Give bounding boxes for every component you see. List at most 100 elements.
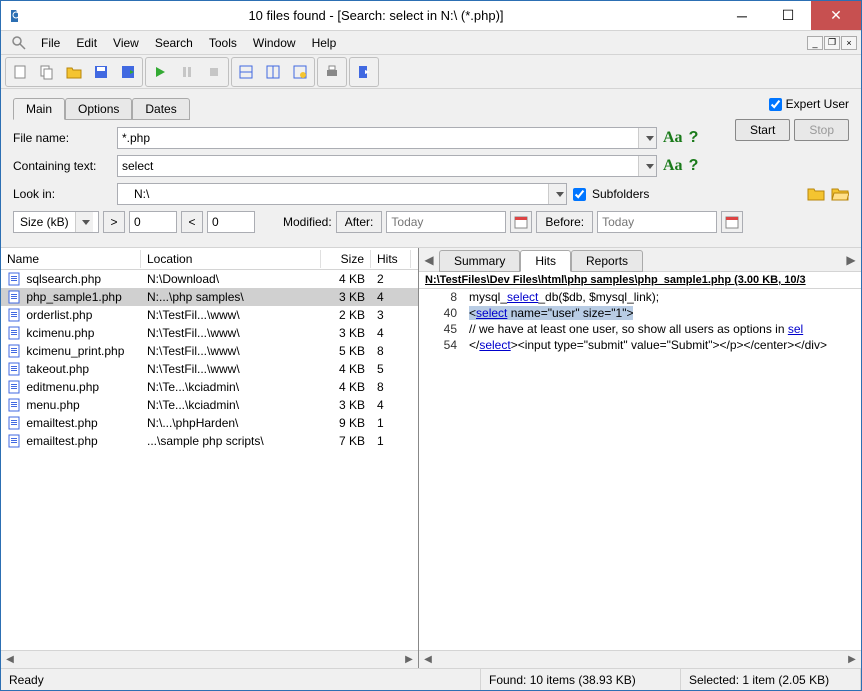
result-row[interactable]: php_sample1.phpN:...\php samples\3 KB4 <box>1 288 418 306</box>
export-button[interactable] <box>115 59 141 85</box>
lookin-dropdown[interactable] <box>548 184 566 204</box>
result-row[interactable]: editmenu.phpN:\Te...\kciadmin\4 KB8 <box>1 378 418 396</box>
mdi-minimize[interactable]: _ <box>807 36 823 50</box>
pause-button[interactable] <box>174 59 200 85</box>
size-unit-combo[interactable]: Size (kB) <box>13 211 99 233</box>
col-size[interactable]: Size <box>321 250 371 268</box>
result-row[interactable]: kcimenu.phpN:\TestFil...\www\3 KB4 <box>1 324 418 342</box>
code-line[interactable]: 45 // we have at least one user, so show… <box>419 321 861 337</box>
lt-button[interactable]: < <box>181 211 203 233</box>
result-row[interactable]: emailtest.php...\sample php scripts\7 KB… <box>1 432 418 450</box>
after-field[interactable] <box>386 211 506 233</box>
menu-edit[interactable]: Edit <box>68 34 105 52</box>
copy-button[interactable] <box>34 59 60 85</box>
minimize-button[interactable]: ─ <box>719 1 765 30</box>
results-header: Name Location Size Hits <box>1 248 418 270</box>
status-selected: Selected: 1 item (2.05 KB) <box>681 669 861 690</box>
search-panel: Main Options Dates Expert User Start Sto… <box>1 89 861 248</box>
next-arrow[interactable]: ▶ <box>841 253 861 267</box>
code-line[interactable]: 54</select><input type="submit" value="S… <box>419 337 861 353</box>
filename-label: File name: <box>13 131 111 145</box>
app-icon <box>9 8 25 24</box>
close-button[interactable]: ✕ <box>811 1 861 30</box>
menu-view[interactable]: View <box>105 34 147 52</box>
help-icon[interactable]: ? <box>689 129 699 147</box>
case-icon[interactable]: Aa <box>663 157 683 175</box>
before-field[interactable] <box>597 211 717 233</box>
code-line[interactable]: 40<select name="user" size="1"> <box>419 305 861 321</box>
calendar-icon[interactable] <box>510 211 532 233</box>
expert-checkbox[interactable] <box>769 98 782 111</box>
lookin-input[interactable] <box>117 183 567 205</box>
code-line[interactable]: 8mysql_select_db($db, $mysql_link); <box>419 289 861 305</box>
menu-help[interactable]: Help <box>304 34 345 52</box>
prev-arrow[interactable]: ◀ <box>419 253 439 267</box>
size-min[interactable] <box>129 211 177 233</box>
tab-summary[interactable]: Summary <box>439 250 520 272</box>
mdi-restore[interactable]: ❐ <box>824 36 840 50</box>
menu-tools[interactable]: Tools <box>201 34 245 52</box>
preview-pane: ◀ Summary Hits Reports ▶ N:\TestFiles\De… <box>419 248 861 668</box>
folder-icon[interactable] <box>807 186 825 202</box>
before-button[interactable]: Before: <box>536 211 593 233</box>
result-row[interactable]: orderlist.phpN:\TestFil...\www\2 KB3 <box>1 306 418 324</box>
case-icon[interactable]: Aa <box>663 129 683 147</box>
tab-dates[interactable]: Dates <box>132 98 189 120</box>
print-button[interactable] <box>319 59 345 85</box>
after-button[interactable]: After: <box>336 211 383 233</box>
save-button[interactable] <box>88 59 114 85</box>
window-title: 10 files found - [Search: select in N:\ … <box>33 8 719 23</box>
status-ready: Ready <box>1 669 481 690</box>
preview-content[interactable]: 8mysql_select_db($db, $mysql_link);40<se… <box>419 289 861 650</box>
containing-dropdown[interactable] <box>638 156 656 176</box>
expert-label: Expert User <box>786 97 849 111</box>
menu-file[interactable]: File <box>33 34 68 52</box>
subfolders-label: Subfolders <box>592 187 649 201</box>
containing-label: Containing text: <box>13 159 111 173</box>
h-scrollbar[interactable]: ◀▶ <box>419 650 861 668</box>
result-row[interactable]: kcimenu_print.phpN:\TestFil...\www\5 KB8 <box>1 342 418 360</box>
result-row[interactable]: sqlsearch.phpN:\Download\4 KB2 <box>1 270 418 288</box>
new-button[interactable] <box>7 59 33 85</box>
preview-path: N:\TestFiles\Dev Files\html\php samples\… <box>419 272 861 289</box>
toolbar <box>1 55 861 89</box>
col-name[interactable]: Name <box>1 250 141 268</box>
menu-window[interactable]: Window <box>245 34 304 52</box>
results-list[interactable]: sqlsearch.phpN:\Download\4 KB2 php_sampl… <box>1 270 418 650</box>
lookin-label: Look in: <box>13 187 111 201</box>
tab-options[interactable]: Options <box>65 98 132 120</box>
tab-hits[interactable]: Hits <box>520 250 571 272</box>
result-row[interactable]: menu.phpN:\Te...\kciadmin\3 KB4 <box>1 396 418 414</box>
subfolders-checkbox[interactable] <box>573 188 586 201</box>
stop-button[interactable] <box>201 59 227 85</box>
help-icon[interactable]: ? <box>689 157 699 175</box>
play-button[interactable] <box>147 59 173 85</box>
mdi-close[interactable]: × <box>841 36 857 50</box>
refresh-button[interactable] <box>287 59 313 85</box>
exit-button[interactable] <box>351 59 377 85</box>
maximize-button[interactable]: ☐ <box>765 1 811 30</box>
filename-dropdown[interactable] <box>638 128 656 148</box>
col-hits[interactable]: Hits <box>371 250 411 268</box>
status-found: Found: 10 items (38.93 KB) <box>481 669 681 690</box>
h-scrollbar[interactable]: ◀▶ <box>1 650 418 668</box>
filename-input[interactable] <box>117 127 657 149</box>
open-button[interactable] <box>61 59 87 85</box>
containing-input[interactable] <box>117 155 657 177</box>
layout1-button[interactable] <box>233 59 259 85</box>
start-button[interactable]: Start <box>735 119 790 141</box>
calendar-icon[interactable] <box>721 211 743 233</box>
statusbar: Ready Found: 10 items (38.93 KB) Selecte… <box>1 668 861 690</box>
result-row[interactable]: emailtest.phpN:\...\phpHarden\9 KB1 <box>1 414 418 432</box>
tab-reports[interactable]: Reports <box>571 250 643 272</box>
results-pane: Name Location Size Hits sqlsearch.phpN:\… <box>1 248 419 668</box>
gt-button[interactable]: > <box>103 211 125 233</box>
size-max[interactable] <box>207 211 255 233</box>
menubar: FileEditViewSearchToolsWindowHelp _ ❐ × <box>1 31 861 55</box>
tab-main[interactable]: Main <box>13 98 65 120</box>
col-location[interactable]: Location <box>141 250 321 268</box>
layout2-button[interactable] <box>260 59 286 85</box>
menu-search[interactable]: Search <box>147 34 201 52</box>
result-row[interactable]: takeout.phpN:\TestFil...\www\4 KB5 <box>1 360 418 378</box>
folder-open-icon[interactable] <box>831 186 849 202</box>
